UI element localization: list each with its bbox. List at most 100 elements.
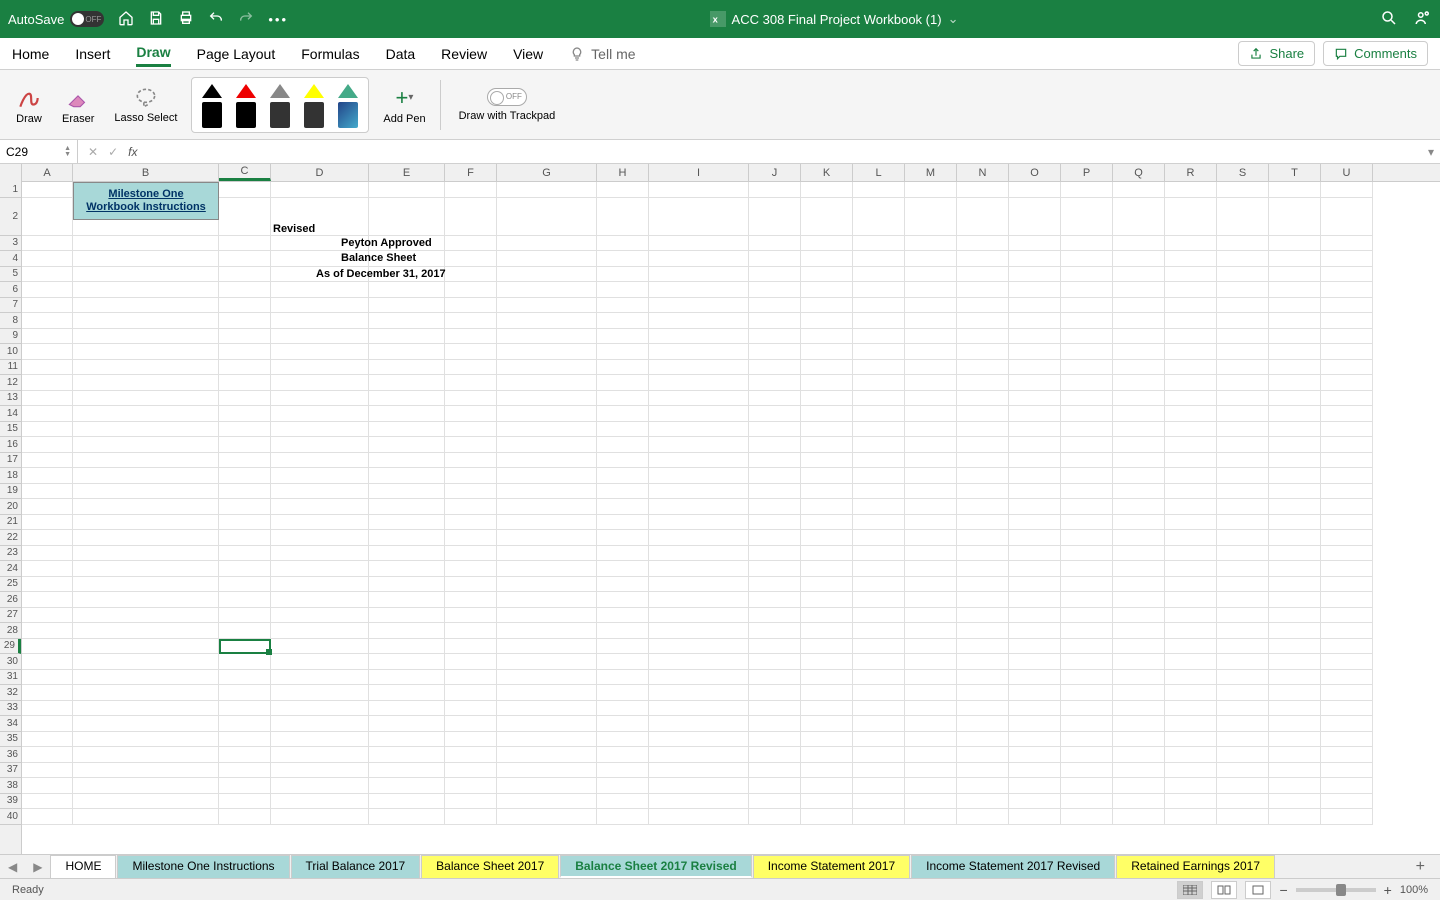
cell-M11[interactable] [905, 360, 957, 376]
cell-H23[interactable] [597, 546, 649, 562]
cell-U12[interactable] [1321, 375, 1373, 391]
cell-N33[interactable] [957, 701, 1009, 717]
cell-J19[interactable] [749, 484, 801, 500]
cell-T36[interactable] [1269, 747, 1321, 763]
cell-S37[interactable] [1217, 763, 1269, 779]
cell-N15[interactable] [957, 422, 1009, 438]
col-header-Q[interactable]: Q [1113, 164, 1165, 181]
cell-O37[interactable] [1009, 763, 1061, 779]
row-header-25[interactable]: 25 [0, 577, 21, 593]
cell-S27[interactable] [1217, 608, 1269, 624]
cell-C38[interactable] [219, 778, 271, 794]
cell-E11[interactable] [369, 360, 445, 376]
cell-J39[interactable] [749, 794, 801, 810]
cell-U19[interactable] [1321, 484, 1373, 500]
autosave-toggle[interactable]: AutoSave OFF [8, 11, 104, 27]
cell-A5[interactable] [22, 267, 73, 283]
cell-H1[interactable] [597, 182, 649, 198]
cell-B14[interactable] [73, 406, 219, 422]
cell-K17[interactable] [801, 453, 853, 469]
cell-P12[interactable] [1061, 375, 1113, 391]
cell-O6[interactable] [1009, 282, 1061, 298]
cell-B27[interactable] [73, 608, 219, 624]
cell-M17[interactable] [905, 453, 957, 469]
cell-L21[interactable] [853, 515, 905, 531]
cell-D12[interactable] [271, 375, 369, 391]
pagelayout-view-icon[interactable] [1211, 881, 1237, 899]
cell-O2[interactable] [1009, 198, 1061, 236]
cell-N40[interactable] [957, 809, 1009, 825]
cell-N22[interactable] [957, 530, 1009, 546]
cell-J13[interactable] [749, 391, 801, 407]
cell-T32[interactable] [1269, 685, 1321, 701]
row-header-2[interactable]: 2 [0, 198, 21, 236]
cell-J30[interactable] [749, 654, 801, 670]
cell-E38[interactable] [369, 778, 445, 794]
cell-S40[interactable] [1217, 809, 1269, 825]
cell-A26[interactable] [22, 592, 73, 608]
cell-C2[interactable] [219, 198, 271, 236]
cell-R11[interactable] [1165, 360, 1217, 376]
cell-L29[interactable] [853, 639, 905, 655]
zoom-slider[interactable] [1296, 888, 1376, 892]
cell-J1[interactable] [749, 182, 801, 198]
cell-K20[interactable] [801, 499, 853, 515]
cell-D40[interactable] [271, 809, 369, 825]
cell-P14[interactable] [1061, 406, 1113, 422]
cell-S25[interactable] [1217, 577, 1269, 593]
cell-A8[interactable] [22, 313, 73, 329]
cell-R36[interactable] [1165, 747, 1217, 763]
workbook-title[interactable]: ACC 308 Final Project Workbook (1) [732, 12, 942, 27]
cell-R17[interactable] [1165, 453, 1217, 469]
col-header-R[interactable]: R [1165, 164, 1217, 181]
cell-G39[interactable] [497, 794, 597, 810]
cell-D20[interactable] [271, 499, 369, 515]
cell-P18[interactable] [1061, 468, 1113, 484]
cell-C13[interactable] [219, 391, 271, 407]
col-header-P[interactable]: P [1061, 164, 1113, 181]
cell-K1[interactable] [801, 182, 853, 198]
cell-L6[interactable] [853, 282, 905, 298]
cell-A40[interactable] [22, 809, 73, 825]
cell-E23[interactable] [369, 546, 445, 562]
row-header-22[interactable]: 22 [0, 530, 21, 546]
cell-C14[interactable] [219, 406, 271, 422]
cell-T5[interactable] [1269, 267, 1321, 283]
cell-P29[interactable] [1061, 639, 1113, 655]
cell-G8[interactable] [497, 313, 597, 329]
cell-L24[interactable] [853, 561, 905, 577]
cell-R14[interactable] [1165, 406, 1217, 422]
cell-H14[interactable] [597, 406, 649, 422]
cell-R31[interactable] [1165, 670, 1217, 686]
row-header-5[interactable]: 5 [0, 267, 21, 283]
cell-M5[interactable] [905, 267, 957, 283]
cell-E28[interactable] [369, 623, 445, 639]
cell-B5[interactable] [73, 267, 219, 283]
cell-B20[interactable] [73, 499, 219, 515]
cell-I7[interactable] [649, 298, 749, 314]
cell-J20[interactable] [749, 499, 801, 515]
cell-F28[interactable] [445, 623, 497, 639]
cell-I31[interactable] [649, 670, 749, 686]
cell-K28[interactable] [801, 623, 853, 639]
cell-P26[interactable] [1061, 592, 1113, 608]
cell-F4[interactable] [445, 251, 497, 267]
cell-I24[interactable] [649, 561, 749, 577]
cell-O27[interactable] [1009, 608, 1061, 624]
cell-U17[interactable] [1321, 453, 1373, 469]
cell-I5[interactable] [649, 267, 749, 283]
cell-G24[interactable] [497, 561, 597, 577]
cell-U31[interactable] [1321, 670, 1373, 686]
cell-L7[interactable] [853, 298, 905, 314]
cell-L10[interactable] [853, 344, 905, 360]
cell-D26[interactable] [271, 592, 369, 608]
cell-J23[interactable] [749, 546, 801, 562]
cell-Q36[interactable] [1113, 747, 1165, 763]
cell-M10[interactable] [905, 344, 957, 360]
cell-H15[interactable] [597, 422, 649, 438]
save-icon[interactable] [148, 10, 164, 29]
cell-G3[interactable] [497, 236, 597, 252]
cell-R19[interactable] [1165, 484, 1217, 500]
cell-M9[interactable] [905, 329, 957, 345]
spreadsheet-grid[interactable]: 1234567891011121314151617181920212223242… [0, 164, 1440, 854]
